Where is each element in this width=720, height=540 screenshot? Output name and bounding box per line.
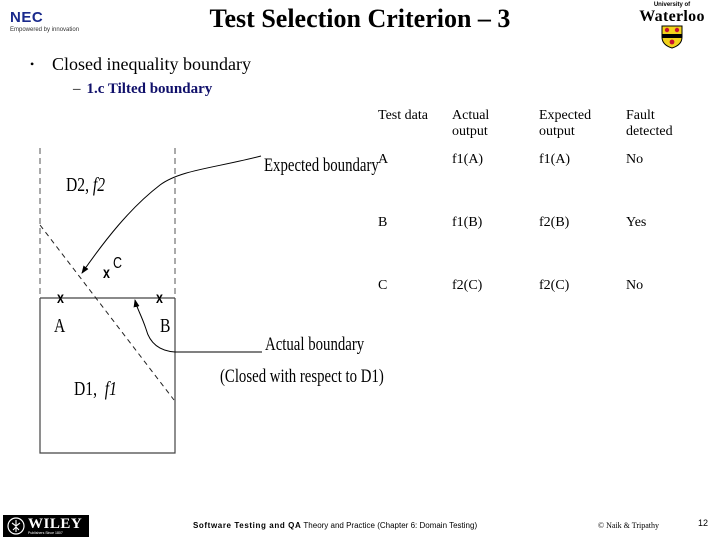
- page-number: 12: [698, 518, 709, 528]
- table-row: A f1(A) f1(A) No: [378, 152, 706, 215]
- cell-expected-output: f2(C): [539, 278, 570, 293]
- region-d1-label: D1, f1: [74, 378, 117, 400]
- cell-fault-detected: No: [626, 152, 644, 167]
- bullet-text: Closed inequality boundary: [52, 54, 251, 74]
- bullet-dot-icon: •: [30, 57, 35, 71]
- cell-fault-detected: No: [626, 278, 644, 293]
- footer-book-bold: Software Testing and QA: [193, 521, 302, 530]
- sub-bullet-dash: –: [73, 81, 81, 97]
- cell-fault-detected: Yes: [626, 215, 647, 230]
- cell-expected-output: f2(B): [539, 215, 570, 230]
- region-d2-label: D2, f2: [66, 174, 106, 196]
- actual-boundary-label: Actual boundary: [265, 334, 365, 355]
- point-b-marker: x: [156, 290, 163, 307]
- sub-bullet-text: 1.c Tilted boundary: [86, 81, 213, 97]
- waterloo-logo: University of Waterloo: [632, 2, 712, 49]
- footer-book-title: Software Testing and QA Theory and Pract…: [193, 521, 477, 530]
- actual-boundary-note: (Closed with respect to D1): [220, 366, 384, 387]
- cell-actual-output: f1(B): [452, 215, 483, 230]
- footer-copyright: © Naik & Tripathy: [598, 521, 659, 530]
- expected-boundary-label: Expected boundary: [264, 155, 379, 176]
- slide-title: Test Selection Criterion – 3: [209, 4, 511, 33]
- table-header-row: Test data Actual output Expected output Fa…: [378, 108, 706, 152]
- boundary-diagram: D2, f2 D1, f1 x C x A x B Expected bound…: [0, 130, 384, 470]
- waterloo-brand: Waterloo: [639, 8, 705, 25]
- point-a-label: A: [54, 315, 66, 337]
- header-actual-output: Actual output: [452, 108, 490, 139]
- cell-test-data: C: [378, 278, 388, 293]
- header-fault-detected: Fault detected: [626, 108, 673, 139]
- results-table: Test data Actual output Expected output Fa…: [378, 108, 706, 341]
- cell-actual-output: f2(C): [452, 278, 483, 293]
- expected-boundary-pointer: [81, 155, 262, 274]
- point-a-marker: x: [57, 290, 64, 307]
- actual-boundary-pointer: [133, 299, 262, 353]
- header-test-data: Test data: [378, 108, 428, 123]
- wiley-brand: WILEY: [28, 516, 83, 532]
- waterloo-crest-icon: [661, 25, 683, 49]
- cell-expected-output: f1(A): [539, 152, 571, 167]
- table-row: B f1(B) f2(B) Yes: [378, 215, 706, 278]
- point-c-label: C: [113, 255, 123, 272]
- point-b-label: B: [160, 315, 171, 337]
- expected-boundary-line: [39, 224, 175, 401]
- bullet-item: • Closed inequality boundary: [30, 54, 251, 75]
- cell-actual-output: f1(A): [452, 152, 484, 167]
- wiley-logo: WILEY Publishers Since 1807: [3, 515, 89, 537]
- cell-test-data: B: [378, 215, 388, 230]
- wiley-emblem-icon: [7, 517, 25, 535]
- header-expected-output: Expected output: [539, 108, 592, 139]
- footer-book-rest: Theory and Practice (Chapter 6: Domain T…: [301, 521, 478, 530]
- point-c-marker: x: [103, 265, 110, 282]
- sub-bullet-item: –1.c Tilted boundary: [73, 81, 212, 98]
- table-row: C f2(C) f2(C) No: [378, 278, 706, 341]
- cell-test-data: A: [378, 152, 389, 167]
